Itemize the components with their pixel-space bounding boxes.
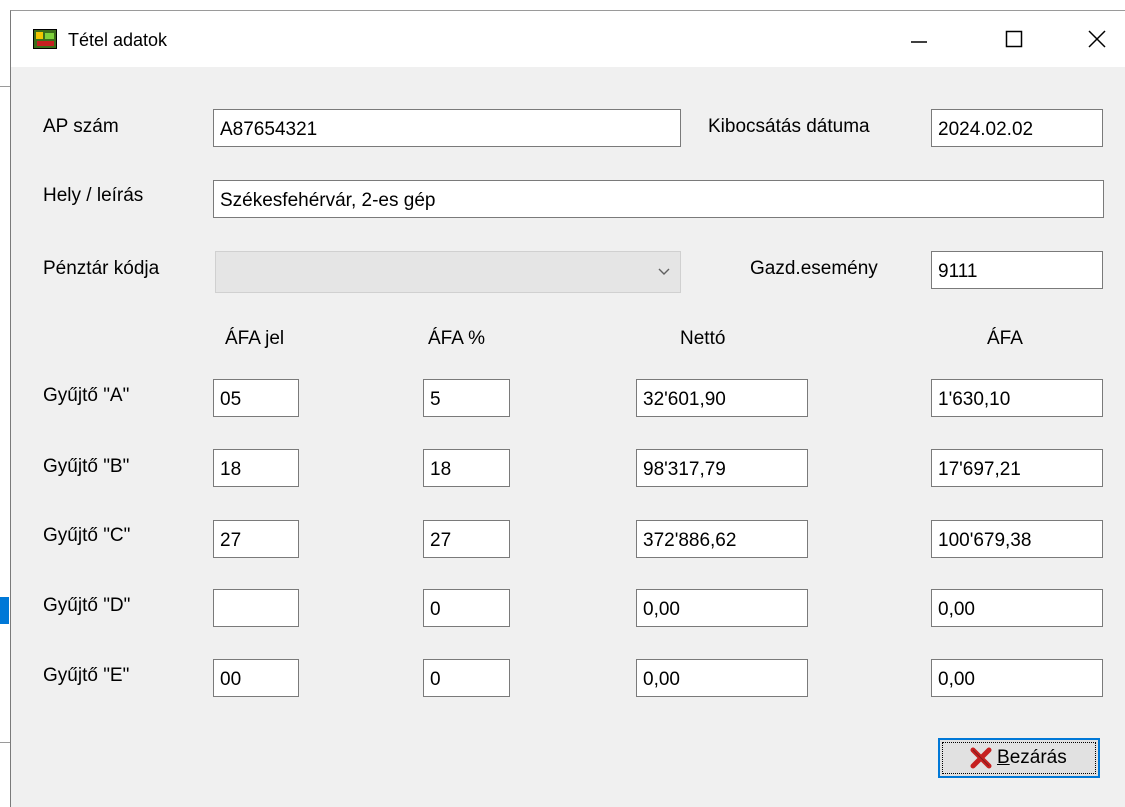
collector-label: Gyűjtő "D": [43, 595, 131, 616]
issue-date-label: Kibocsátás dátuma: [708, 116, 870, 137]
ap-number-label: AP szám: [43, 116, 119, 137]
register-code-label: Pénztár kódja: [43, 258, 160, 279]
net-header: Nettó: [680, 328, 726, 349]
collector-label: Gyűjtő "B": [43, 456, 130, 477]
vat-amount-input[interactable]: [931, 589, 1103, 627]
vat-amount-header: ÁFA: [987, 328, 1023, 349]
maximize-button[interactable]: [991, 11, 1037, 67]
vat-code-input[interactable]: [213, 449, 299, 487]
vat-percent-input[interactable]: [423, 379, 510, 417]
vat-percent-input[interactable]: [423, 520, 510, 558]
app-icon: [33, 29, 57, 49]
red-x-icon: [970, 747, 992, 769]
net-amount-input[interactable]: [636, 379, 808, 417]
close-window-button[interactable]: [1074, 11, 1120, 67]
location-input[interactable]: [213, 180, 1104, 218]
vat-code-header: ÁFA jel: [225, 328, 285, 349]
close-mnemonic: B: [997, 747, 1010, 768]
vat-percent-input[interactable]: [423, 659, 510, 697]
vat-percent-input[interactable]: [423, 449, 510, 487]
close-button[interactable]: Bezárás: [938, 738, 1100, 778]
economic-event-label: Gazd.esemény: [750, 258, 878, 279]
collector-label: Gyűjtő "C": [43, 525, 131, 546]
minimize-icon: [911, 41, 927, 43]
background-window-line: [0, 86, 10, 87]
vat-amount-input[interactable]: [931, 379, 1103, 417]
ap-number-input[interactable]: [213, 109, 681, 147]
vat-amount-input[interactable]: [931, 520, 1103, 558]
vat-code-input[interactable]: [213, 659, 299, 697]
vat-amount-input[interactable]: [931, 659, 1103, 697]
vat-amount-input[interactable]: [931, 449, 1103, 487]
title-bar[interactable]: Tétel adatok: [11, 11, 1125, 67]
background-window-highlight: [0, 597, 9, 624]
close-button-label: Bezárás: [997, 747, 1067, 769]
close-label-rest: ezárás: [1009, 747, 1067, 768]
minimize-button[interactable]: [896, 11, 942, 67]
dialog-window: Tétel adatok AP szám Kibocsátás dátuma H…: [10, 10, 1125, 807]
background-window-line: [0, 742, 10, 743]
issue-date-input[interactable]: [931, 109, 1103, 147]
collector-label: Gyűjtő "A": [43, 385, 130, 406]
vat-percent-input[interactable]: [423, 589, 510, 627]
net-amount-input[interactable]: [636, 589, 808, 627]
net-amount-input[interactable]: [636, 520, 808, 558]
collector-label: Gyűjtő "E": [43, 665, 130, 686]
net-amount-input[interactable]: [636, 449, 808, 487]
economic-event-input[interactable]: [931, 251, 1103, 289]
close-icon: [1088, 30, 1106, 48]
maximize-icon: [1005, 30, 1023, 48]
location-label: Hely / leírás: [43, 185, 144, 206]
vat-percent-header: ÁFA %: [428, 328, 486, 349]
vat-code-input[interactable]: [213, 589, 299, 627]
register-code-select[interactable]: [215, 251, 681, 293]
vat-code-input[interactable]: [213, 379, 299, 417]
window-title: Tétel adatok: [68, 30, 168, 50]
net-amount-input[interactable]: [636, 659, 808, 697]
vat-code-input[interactable]: [213, 520, 299, 558]
chevron-down-icon: [658, 268, 670, 275]
